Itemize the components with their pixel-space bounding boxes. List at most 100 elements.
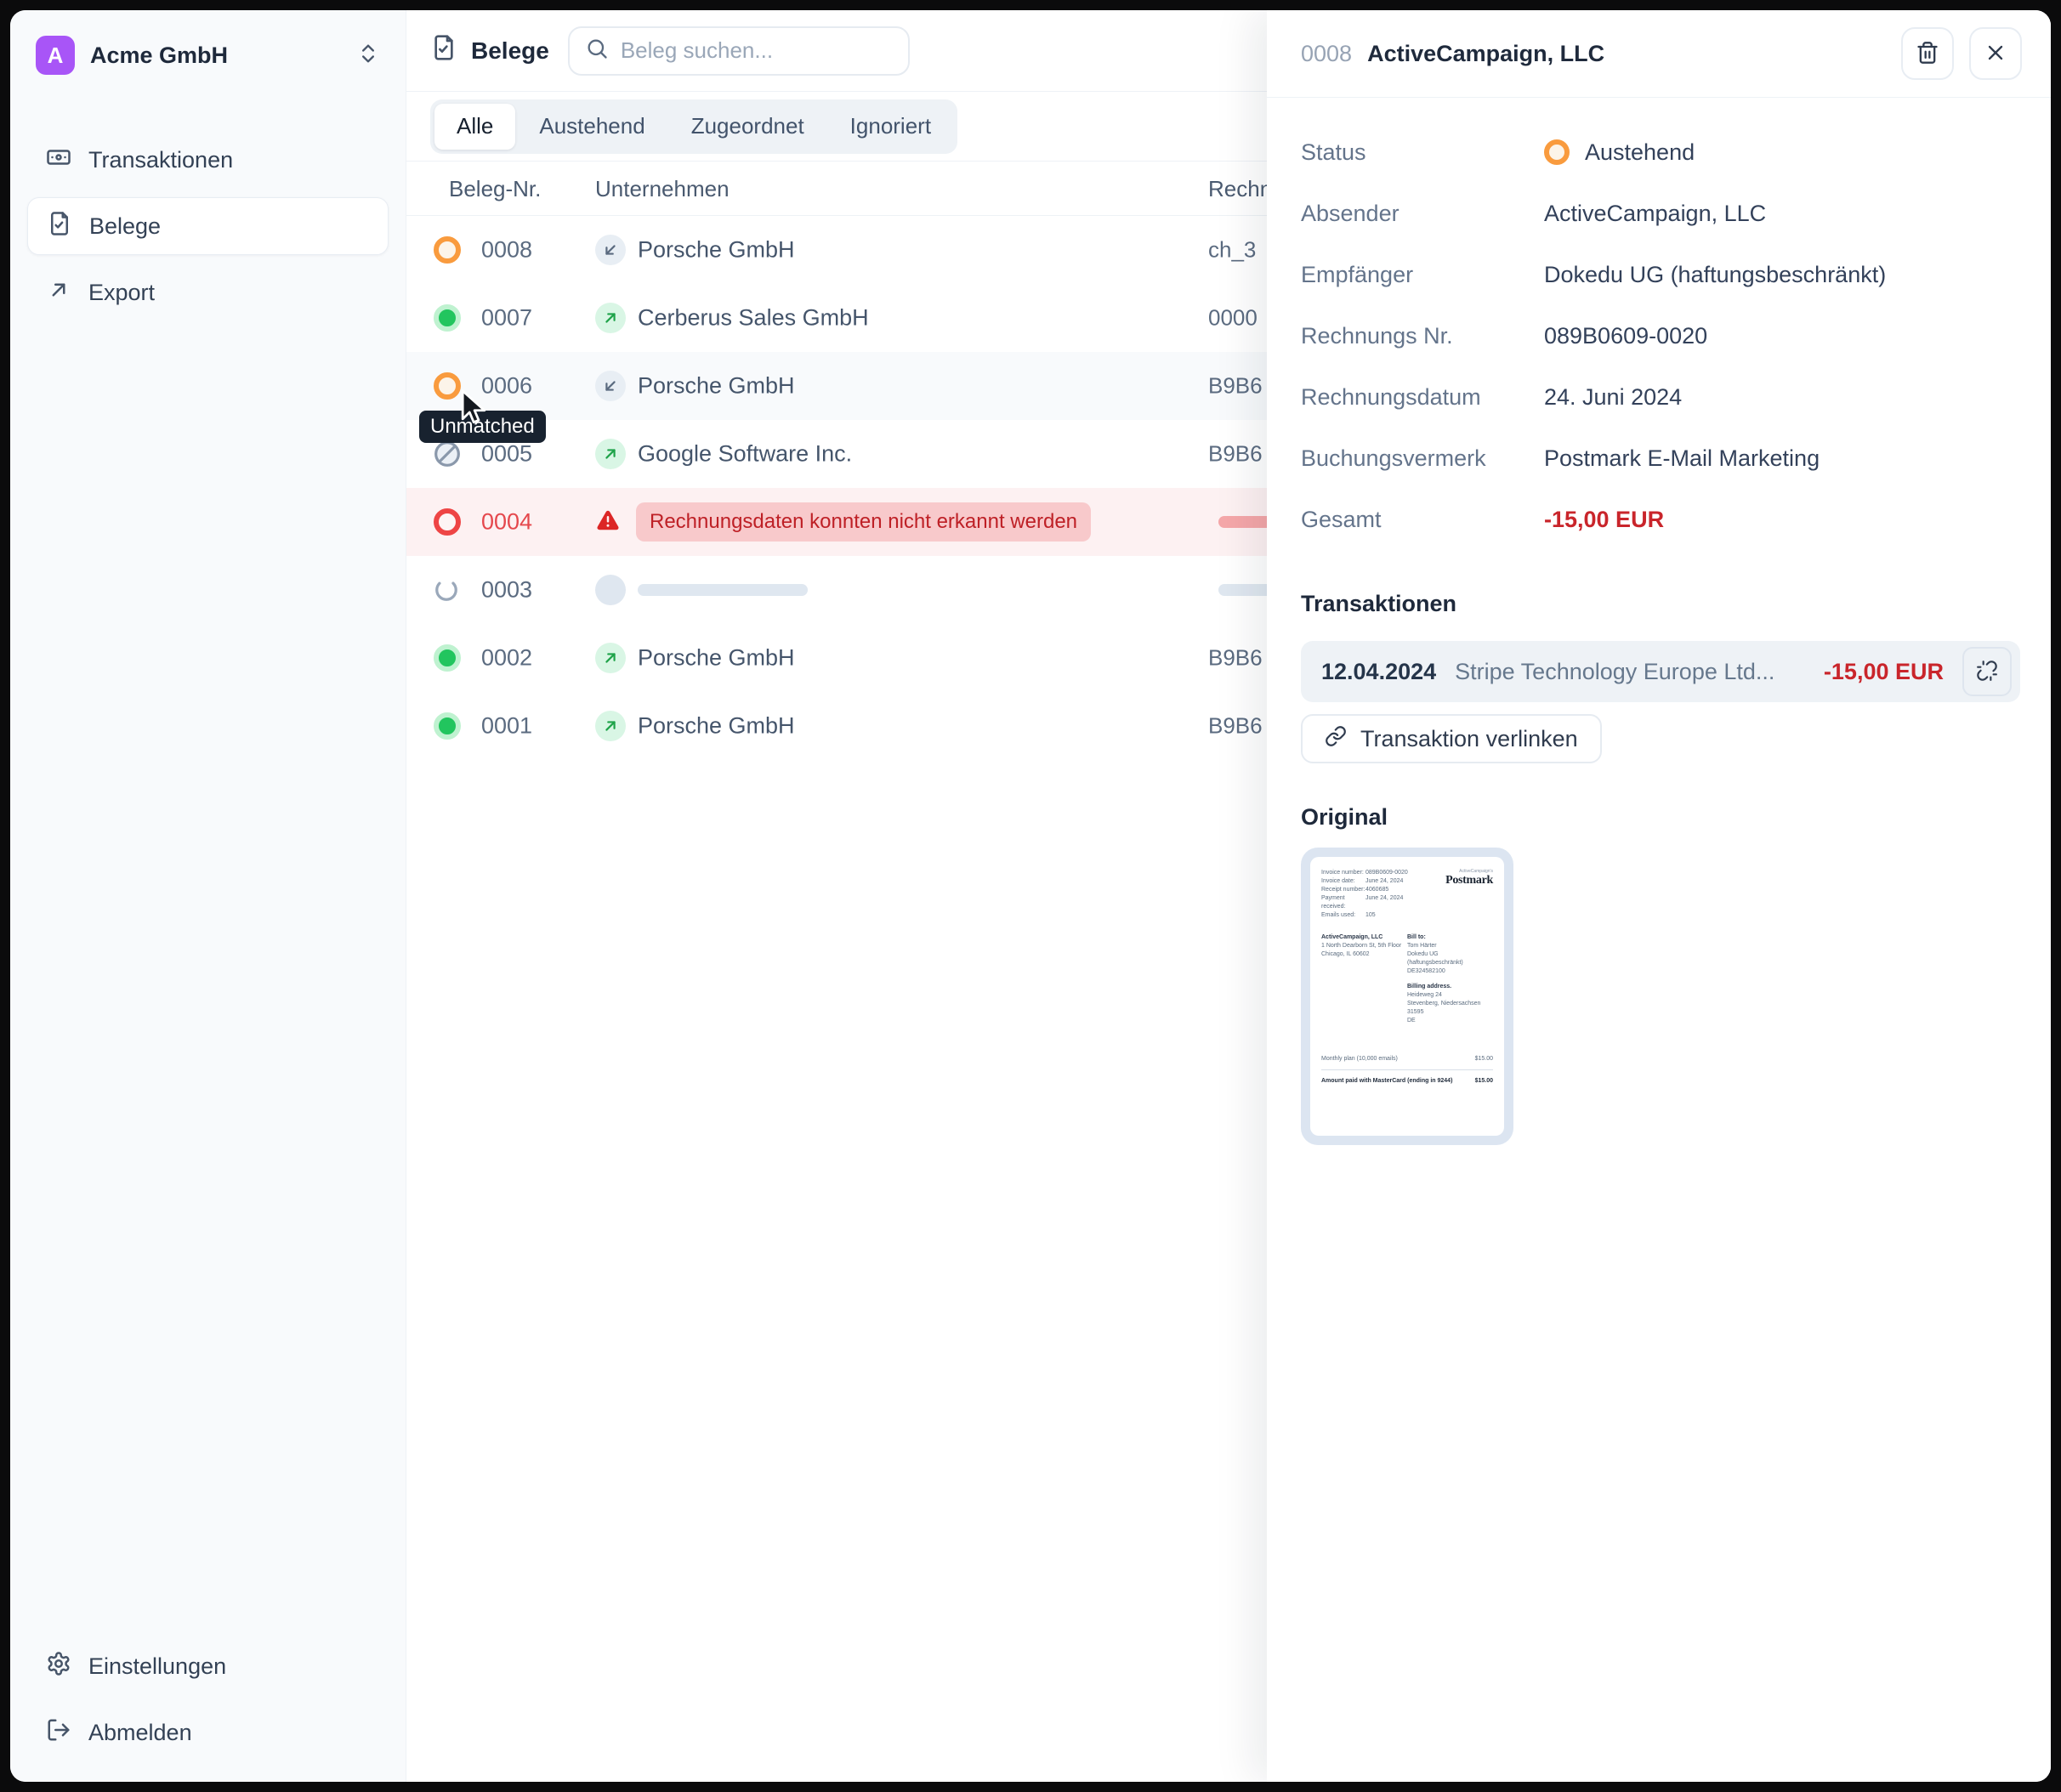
- column-header-reference: Rechn: [1208, 162, 1272, 216]
- field-value: Austehend: [1544, 139, 1695, 166]
- outgoing-arrow-icon: [595, 711, 626, 741]
- workspace-switcher[interactable]: A Acme GmbH: [27, 32, 389, 78]
- page-title: Belege: [430, 34, 549, 67]
- invoice-line-item: Monthly plan (10,000 emails) $15.00: [1321, 1056, 1493, 1062]
- company-name: Porsche GmbH: [638, 237, 795, 264]
- reference-value: B9B6: [1208, 645, 1263, 672]
- sidebar-nav: Transaktionen Belege Export: [27, 131, 389, 321]
- document-number: 0004: [481, 509, 532, 536]
- mouse-cursor: [455, 388, 492, 433]
- sidebar-item-label: Belege: [89, 213, 161, 240]
- document-number: 0005: [481, 441, 532, 468]
- close-icon: [1984, 41, 2007, 67]
- postmark-logo: ActiveCampaign's Postmark: [1445, 869, 1493, 920]
- sidebar-item-belege[interactable]: Belege: [27, 197, 389, 255]
- status-matched-icon[interactable]: [434, 644, 461, 672]
- outgoing-arrow-icon: [595, 303, 626, 333]
- status-pending-icon: [1544, 139, 1570, 165]
- document-number: 0002: [481, 645, 532, 672]
- logout-icon: [46, 1717, 71, 1749]
- field-label: Absender: [1301, 201, 1544, 227]
- company-name: Porsche GmbH: [638, 645, 795, 672]
- invoice-billto-block: Bill to: Tom Härter Dokedu UG (haftungsb…: [1407, 933, 1493, 1025]
- arrow-up-right-icon: [46, 277, 71, 309]
- close-button[interactable]: [1969, 27, 2022, 80]
- unlink-transaction-button[interactable]: [1962, 647, 2012, 696]
- tab-ignoriert[interactable]: Ignoriert: [828, 104, 953, 150]
- field-status: Status Austehend: [1301, 122, 2020, 183]
- column-header-number: Beleg-Nr.: [449, 162, 541, 216]
- field-value: 24. Juni 2024: [1544, 384, 1682, 411]
- original-document-thumbnail[interactable]: Invoice number:089B0609-0020 Invoice dat…: [1301, 848, 1513, 1145]
- tab-austehend[interactable]: Austehend: [517, 104, 667, 150]
- transactions-heading: Transaktionen: [1301, 591, 2020, 617]
- status-pending-icon[interactable]: [434, 236, 461, 264]
- search-box[interactable]: [568, 26, 910, 76]
- invoice-from-block: ActiveCampaign, LLC 1 North Dearborn St,…: [1321, 933, 1407, 1025]
- error-message: Rechnungsdaten konnten nicht erkannt wer…: [636, 502, 1091, 542]
- company-name: Cerberus Sales GmbH: [638, 305, 869, 332]
- field-buchungsvermerk: Buchungsvermerk Postmark E-Mail Marketin…: [1301, 428, 2020, 489]
- sidebar-item-export[interactable]: Export: [27, 264, 389, 321]
- field-rechnungsdatum: Rechnungsdatum 24. Juni 2024: [1301, 366, 2020, 428]
- chevrons-up-down-icon: [356, 42, 380, 70]
- delete-button[interactable]: [1901, 27, 1954, 80]
- sidebar-item-abmelden[interactable]: Abmelden: [27, 1704, 389, 1761]
- field-label: Buchungsvermerk: [1301, 445, 1544, 472]
- status-error-icon[interactable]: [434, 508, 461, 536]
- company-name: Porsche GmbH: [638, 713, 795, 740]
- field-label: Rechnungsdatum: [1301, 384, 1544, 411]
- reference-value: ch_3: [1208, 237, 1256, 264]
- reference-value: B9B6: [1208, 373, 1263, 400]
- search-icon: [585, 37, 609, 65]
- banknote-icon: [46, 145, 71, 176]
- field-value: 089B0609-0020: [1544, 323, 1707, 349]
- document-number: 0008: [481, 237, 532, 264]
- transaction-amount: -15,00 EUR: [1824, 659, 1944, 685]
- search-input[interactable]: [621, 37, 893, 64]
- document-number: 0001: [481, 713, 532, 740]
- field-empfaenger: Empfänger Dokedu UG (haftungsbeschränkt): [1301, 244, 2020, 305]
- link-transaction-label: Transaktion verlinken: [1360, 726, 1578, 752]
- spinner-icon: [434, 577, 459, 603]
- tab-zugeordnet[interactable]: Zugeordnet: [669, 104, 826, 150]
- invoice-total-line: Amount paid with MasterCard (ending in 9…: [1321, 1069, 1493, 1084]
- field-label: Status: [1301, 139, 1544, 166]
- page-title-text: Belege: [471, 37, 549, 65]
- field-value: Postmark E-Mail Marketing: [1544, 445, 1820, 472]
- incoming-arrow-icon: [595, 235, 626, 265]
- invoice-meta: Invoice number:089B0609-0020 Invoice dat…: [1321, 869, 1408, 920]
- trash-icon: [1916, 41, 1939, 67]
- sidebar-item-einstellungen[interactable]: Einstellungen: [27, 1637, 389, 1695]
- link-transaction-button[interactable]: Transaktion verlinken: [1301, 714, 1602, 763]
- field-label: Empfänger: [1301, 262, 1544, 288]
- original-heading: Original: [1301, 804, 2020, 831]
- app-window: A Acme GmbH Transaktionen Belege: [10, 10, 2051, 1782]
- document-check-icon: [430, 34, 457, 67]
- column-header-company: Unternehmen: [595, 162, 730, 216]
- sidebar-item-label: Export: [88, 280, 155, 306]
- sidebar-item-transaktionen[interactable]: Transaktionen: [27, 131, 389, 189]
- status-ignored-icon[interactable]: [434, 440, 461, 468]
- incoming-arrow-icon: [595, 371, 626, 401]
- detail-panel: 0008 ActiveCampaign, LLC Status Austehen…: [1267, 10, 2051, 1782]
- outgoing-arrow-icon: [595, 439, 626, 469]
- detail-panel-header: 0008 ActiveCampaign, LLC: [1267, 10, 2051, 98]
- sidebar-item-label: Einstellungen: [88, 1653, 226, 1680]
- sidebar-footer: Einstellungen Abmelden: [27, 1637, 389, 1761]
- invoice-preview: Invoice number:089B0609-0020 Invoice dat…: [1310, 857, 1504, 1136]
- field-gesamt: Gesamt -15,00 EUR: [1301, 489, 2020, 550]
- field-value-amount: -15,00 EUR: [1544, 507, 1664, 533]
- status-matched-icon[interactable]: [434, 712, 461, 740]
- status-matched-icon[interactable]: [434, 304, 461, 332]
- unlink-icon: [1976, 660, 1998, 684]
- skeleton-circle: [595, 575, 626, 605]
- company-name: Google Software Inc.: [638, 441, 852, 468]
- tab-alle[interactable]: Alle: [434, 104, 515, 150]
- field-label: Gesamt: [1301, 507, 1544, 533]
- transaction-item[interactable]: 12.04.2024 Stripe Technology Europe Ltd.…: [1301, 641, 2020, 702]
- transaction-date: 12.04.2024: [1321, 659, 1436, 685]
- sidebar-item-label: Abmelden: [88, 1720, 192, 1746]
- filter-tabs: Alle Austehend Zugeordnet Ignoriert: [430, 99, 957, 154]
- gear-icon: [46, 1651, 71, 1682]
